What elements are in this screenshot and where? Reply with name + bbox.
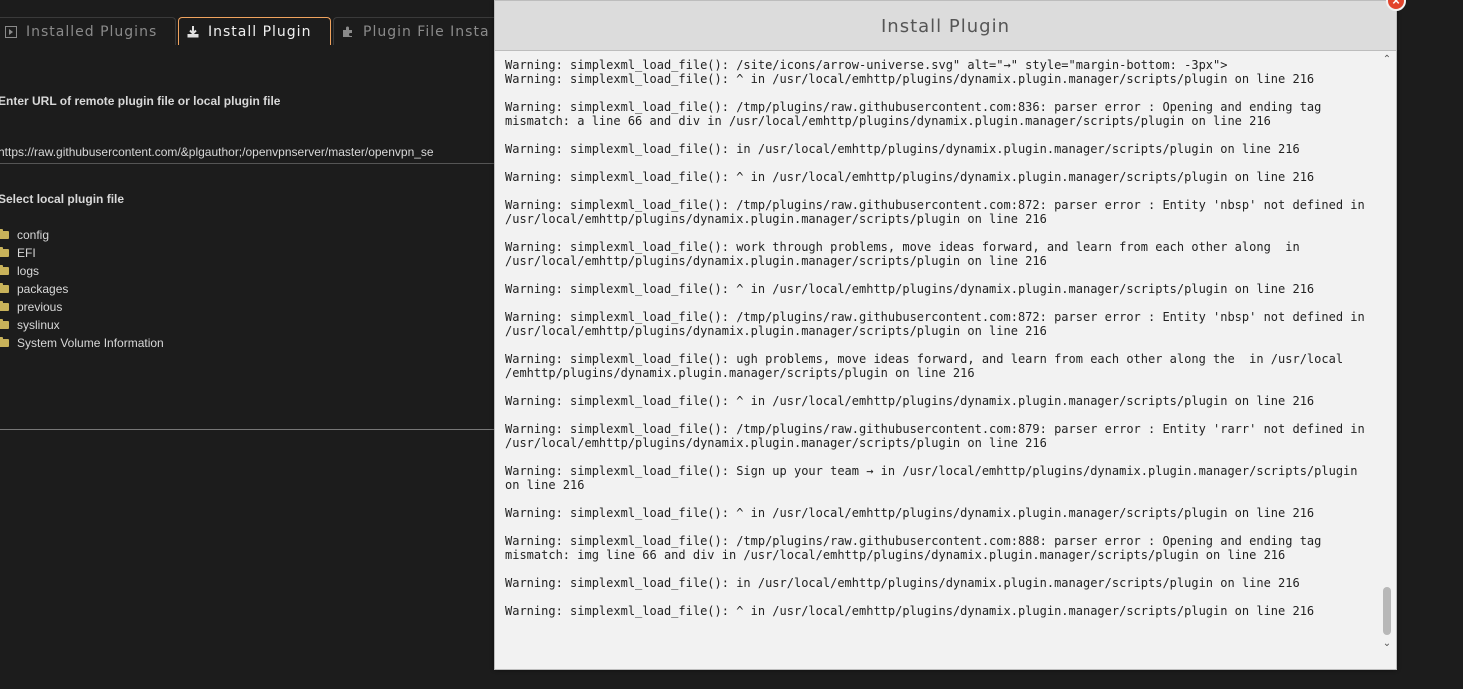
- log-line: Warning: simplexml_load_file(): /tmp/plu…: [505, 198, 1365, 212]
- folder-icon: [0, 265, 9, 275]
- log-line: Warning: simplexml_load_file(): ugh prob…: [505, 352, 1344, 366]
- tab-label: Plugin File Insta: [363, 23, 490, 40]
- url-section-label: Enter URL of remote plugin file or local…: [0, 94, 281, 108]
- log-line: Warning: simplexml_load_file(): ^ in /us…: [505, 282, 1315, 296]
- tree-item-config[interactable]: config: [0, 226, 164, 244]
- tab-installed-plugins[interactable]: Installed Plugins: [0, 17, 176, 45]
- log-line: Warning: simplexml_load_file(): /tmp/plu…: [505, 100, 1322, 114]
- log-line: Warning: simplexml_load_file(): /tmp/plu…: [505, 310, 1365, 324]
- tree-item-label: syslinux: [17, 318, 60, 332]
- log-content: Warning: simplexml_load_file(): /site/ic…: [505, 51, 1375, 618]
- dialog-title: Install Plugin: [880, 16, 1010, 37]
- install-plugin-dialog: Install Plugin × Warning: simplexml_load…: [494, 0, 1406, 670]
- log-line: /usr/local/emhttp/plugins/dynamix.plugin…: [505, 254, 1047, 268]
- scrollbar-thumb[interactable]: [1383, 587, 1391, 635]
- log-line: Warning: simplexml_load_file(): /tmp/plu…: [505, 422, 1365, 436]
- log-line: Warning: simplexml_load_file(): Sign up …: [505, 464, 1358, 478]
- dialog-header[interactable]: Install Plugin: [495, 1, 1396, 51]
- tree-item-label: packages: [17, 282, 69, 296]
- tab-install-plugin[interactable]: Install Plugin: [178, 17, 331, 45]
- tree-item-label: logs: [17, 264, 40, 278]
- log-line: mismatch: img line 66 and div in /usr/lo…: [505, 548, 1286, 562]
- log-line: Warning: simplexml_load_file(): ^ in /us…: [505, 394, 1315, 408]
- puzzle-icon: [343, 26, 352, 37]
- tree-item-packages[interactable]: packages: [0, 280, 164, 298]
- tree-item-syslinux[interactable]: syslinux: [0, 316, 164, 334]
- scroll-down-icon[interactable]: ⌄: [1380, 637, 1394, 651]
- tab-plugin-file-install[interactable]: Plugin File Insta: [333, 17, 503, 45]
- tree-item-label: previous: [17, 300, 63, 314]
- log-line: Warning: simplexml_load_file(): in /usr/…: [505, 576, 1300, 590]
- install-log-output[interactable]: Warning: simplexml_load_file(): /site/ic…: [505, 51, 1375, 641]
- folder-icon: [0, 247, 9, 257]
- tree-item-label: config: [17, 228, 50, 242]
- log-line: /emhttp/plugins/dynamix.plugin.manager/s…: [505, 366, 975, 380]
- folder-icon: [0, 319, 9, 329]
- log-line: Warning: simplexml_load_file(): ^ in /us…: [505, 604, 1315, 618]
- tab-label: Installed Plugins: [26, 23, 158, 40]
- tree-item-logs[interactable]: logs: [0, 262, 164, 280]
- log-line: on line 216: [505, 478, 585, 492]
- log-line: /usr/local/emhttp/plugins/dynamix.plugin…: [505, 324, 1047, 338]
- log-line: mismatch: a line 66 and div in /usr/loca…: [505, 114, 1271, 128]
- tree-item-label: EFI: [17, 246, 36, 260]
- plugin-url-input[interactable]: [0, 141, 496, 164]
- log-line: Warning: simplexml_load_file(): /tmp/plu…: [505, 534, 1322, 548]
- folder-icon: [0, 229, 9, 239]
- log-scrollbar[interactable]: ⌃ ⌄: [1380, 51, 1394, 651]
- log-line: Warning: simplexml_load_file(): ^ in /us…: [505, 72, 1315, 86]
- tree-item-system-volume-information[interactable]: System Volume Information: [0, 334, 164, 352]
- tab-label: Install Plugin: [208, 23, 312, 40]
- local-file-tree: config EFI logs packages previous syslin…: [0, 226, 164, 352]
- log-line: Warning: simplexml_load_file(): work thr…: [505, 240, 1300, 254]
- log-line: /usr/local/emhttp/plugins/dynamix.plugin…: [505, 212, 1047, 226]
- tree-item-efi[interactable]: EFI: [0, 244, 164, 262]
- tree-item-previous[interactable]: previous: [0, 298, 164, 316]
- section-divider: [0, 429, 500, 430]
- log-line: /usr/local/emhttp/plugins/dynamix.plugin…: [505, 436, 1047, 450]
- log-line: Warning: simplexml_load_file(): in /usr/…: [505, 142, 1300, 156]
- folder-icon: [0, 301, 9, 311]
- download-icon: [187, 25, 199, 37]
- log-line: Warning: simplexml_load_file(): ^ in /us…: [505, 170, 1315, 184]
- scroll-up-icon[interactable]: ⌃: [1380, 53, 1394, 67]
- log-line: Warning: simplexml_load_file(): ^ in /us…: [505, 506, 1315, 520]
- tab-bar: Installed Plugins Install Plugin Plugin …: [0, 17, 520, 46]
- folder-icon: [0, 337, 9, 347]
- folder-icon: [0, 283, 9, 293]
- log-line: Warning: simplexml_load_file(): /site/ic…: [505, 58, 1228, 72]
- local-file-section-label: Select local plugin file: [0, 192, 125, 206]
- plugin-list-icon: [5, 25, 17, 38]
- tree-item-label: System Volume Information: [17, 336, 164, 350]
